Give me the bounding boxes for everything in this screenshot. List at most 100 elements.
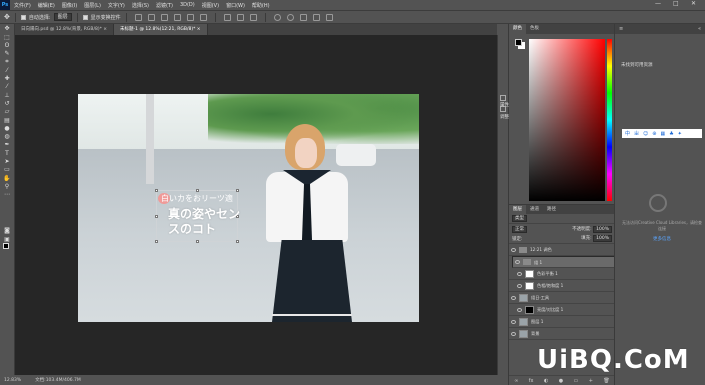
- stamp-tool-icon[interactable]: ⊥: [3, 92, 11, 99]
- ime-toolbar[interactable]: 中 ㄓ ☺ ⊕ ▦ ♣ ✦: [622, 129, 702, 138]
- ime-skin-icon[interactable]: ♣: [669, 131, 673, 137]
- layer-filter-dropdown[interactable]: 类型: [512, 215, 527, 222]
- auto-select-dropdown[interactable]: 图层: [53, 13, 72, 21]
- transform-handle[interactable]: [196, 240, 199, 243]
- align-left-icon[interactable]: [134, 13, 142, 21]
- layer-row[interactable]: 色相/饱和度 1: [509, 280, 615, 292]
- align-right-icon[interactable]: [160, 13, 168, 21]
- ime-voice-icon[interactable]: ⊕: [652, 131, 656, 137]
- properties-icon[interactable]: [500, 95, 506, 101]
- zoom-tool-icon[interactable]: ⚲: [3, 183, 11, 190]
- minimize-button[interactable]: —: [655, 0, 661, 7]
- eraser-tool-icon[interactable]: ▱: [3, 109, 11, 115]
- menu-image[interactable]: 图像(I): [62, 2, 77, 9]
- transform-handle[interactable]: [196, 189, 199, 192]
- distribute-v-icon[interactable]: [249, 13, 257, 21]
- crop-tool-icon[interactable]: ⌗: [3, 59, 11, 65]
- more-tools-icon[interactable]: ⋯: [3, 192, 11, 198]
- opacity-input[interactable]: 100%: [593, 225, 612, 233]
- 3d-pan-icon[interactable]: [299, 13, 307, 21]
- gradient-tool-icon[interactable]: ▤: [3, 117, 11, 124]
- marquee-tool-icon[interactable]: ⬚: [3, 34, 11, 41]
- tab-document-2[interactable]: 未标题-1 @ 12.8%(12:21, RGB/8)* ×: [114, 24, 208, 35]
- transform-handle[interactable]: [155, 215, 158, 218]
- adjustment-layer-icon[interactable]: ◐: [544, 378, 548, 384]
- show-transform-checkbox[interactable]: [82, 14, 88, 20]
- menu-view[interactable]: 视图(V): [202, 2, 219, 9]
- ime-keyboard-icon[interactable]: ▦: [660, 131, 665, 137]
- distribute-icon[interactable]: [223, 13, 231, 21]
- new-layer-icon[interactable]: +: [589, 378, 593, 384]
- 3d-slide-icon[interactable]: [312, 13, 320, 21]
- menu-filter[interactable]: 滤镜(T): [156, 2, 173, 9]
- history-brush-tool-icon[interactable]: ↺: [3, 100, 11, 107]
- menu-file[interactable]: 文件(F): [14, 2, 31, 9]
- quick-mask-icon[interactable]: ◙: [3, 228, 11, 234]
- eyedropper-tool-icon[interactable]: ⁄: [3, 67, 11, 74]
- align-top-icon[interactable]: [173, 13, 181, 21]
- eye-icon[interactable]: [517, 271, 522, 276]
- distribute-h-icon[interactable]: [236, 13, 244, 21]
- 3d-roll-icon[interactable]: [286, 13, 294, 21]
- ime-settings-icon[interactable]: ✦: [678, 131, 682, 137]
- color-panel-fg-swatch[interactable]: [515, 39, 522, 46]
- tab-layers[interactable]: 图层: [509, 205, 526, 214]
- add-mask-icon[interactable]: ●: [559, 378, 563, 384]
- 3d-scale-icon[interactable]: [325, 13, 333, 21]
- align-middle-icon[interactable]: [186, 13, 194, 21]
- blend-mode-dropdown[interactable]: 正常: [512, 225, 527, 233]
- layer-row[interactable]: 组日·工具: [509, 292, 615, 304]
- new-group-icon[interactable]: ▭: [574, 378, 579, 384]
- panel-menu-icon[interactable]: ≡: [619, 26, 623, 32]
- healing-tool-icon[interactable]: ✚: [3, 76, 11, 82]
- layer-row[interactable]: 亮度/对比度 1: [509, 304, 615, 316]
- color-picker-field[interactable]: [529, 39, 605, 201]
- type-tool-icon[interactable]: T: [3, 150, 11, 157]
- more-info-link[interactable]: 更多信息: [621, 236, 703, 242]
- hand-tool-icon[interactable]: ✋: [3, 175, 11, 182]
- canvas-text-heading[interactable]: 真の姿やセンスのコト: [168, 207, 243, 237]
- layer-row[interactable]: 背景: [509, 328, 615, 340]
- menu-help[interactable]: 帮助(H): [252, 2, 270, 9]
- ime-emoji-icon[interactable]: ☺: [643, 131, 648, 137]
- collapse-icon[interactable]: «: [698, 26, 701, 32]
- close-button[interactable]: ✕: [691, 0, 696, 7]
- menu-edit[interactable]: 编辑(E): [38, 2, 55, 9]
- menu-select[interactable]: 选择(S): [132, 2, 149, 9]
- align-center-icon[interactable]: [147, 13, 155, 21]
- path-select-tool-icon[interactable]: ➤: [3, 159, 11, 165]
- hue-slider[interactable]: [607, 39, 612, 201]
- lasso-tool-icon[interactable]: ʘ: [3, 42, 11, 49]
- eye-icon[interactable]: [515, 260, 520, 264]
- layer-row[interactable]: 色彩平衡 1: [509, 268, 615, 280]
- transform-handle[interactable]: [155, 189, 158, 192]
- eye-icon[interactable]: [517, 307, 522, 312]
- adjustments-label[interactable]: 调整: [500, 114, 509, 120]
- shape-tool-icon[interactable]: ▭: [3, 167, 11, 173]
- layer-row[interactable]: 组 1: [512, 256, 615, 268]
- tab-color[interactable]: 颜色: [509, 24, 526, 34]
- align-bottom-icon[interactable]: [199, 13, 207, 21]
- layer-style-icon[interactable]: fx: [529, 378, 534, 384]
- delete-layer-icon[interactable]: 🗑: [603, 378, 609, 384]
- move-tool-icon[interactable]: ✥: [4, 13, 10, 21]
- menu-type[interactable]: 文字(Y): [108, 2, 125, 9]
- eye-icon[interactable]: [511, 247, 516, 252]
- tab-channels[interactable]: 通道: [526, 205, 543, 214]
- eye-icon[interactable]: [517, 283, 522, 288]
- foreground-color-swatch[interactable]: [3, 243, 9, 249]
- screen-mode-icon[interactable]: ▣: [3, 236, 11, 243]
- maximize-button[interactable]: □: [673, 0, 679, 7]
- ime-chinese-icon[interactable]: 中: [625, 130, 630, 137]
- quick-select-tool-icon[interactable]: ✎: [3, 51, 11, 57]
- menu-layer[interactable]: 图层(L): [84, 2, 101, 9]
- tab-swatches[interactable]: 色板: [526, 24, 543, 34]
- auto-select-checkbox[interactable]: [20, 14, 26, 20]
- eye-icon[interactable]: [511, 295, 516, 300]
- dodge-tool-icon[interactable]: ◍: [3, 134, 11, 140]
- pen-tool-icon[interactable]: ✒: [3, 142, 11, 148]
- link-layers-icon[interactable]: ∞: [514, 378, 518, 384]
- brush-tool-icon[interactable]: ⁄: [3, 84, 11, 90]
- blur-tool-icon[interactable]: ●: [3, 125, 11, 132]
- tab-paths[interactable]: 路径: [543, 205, 560, 214]
